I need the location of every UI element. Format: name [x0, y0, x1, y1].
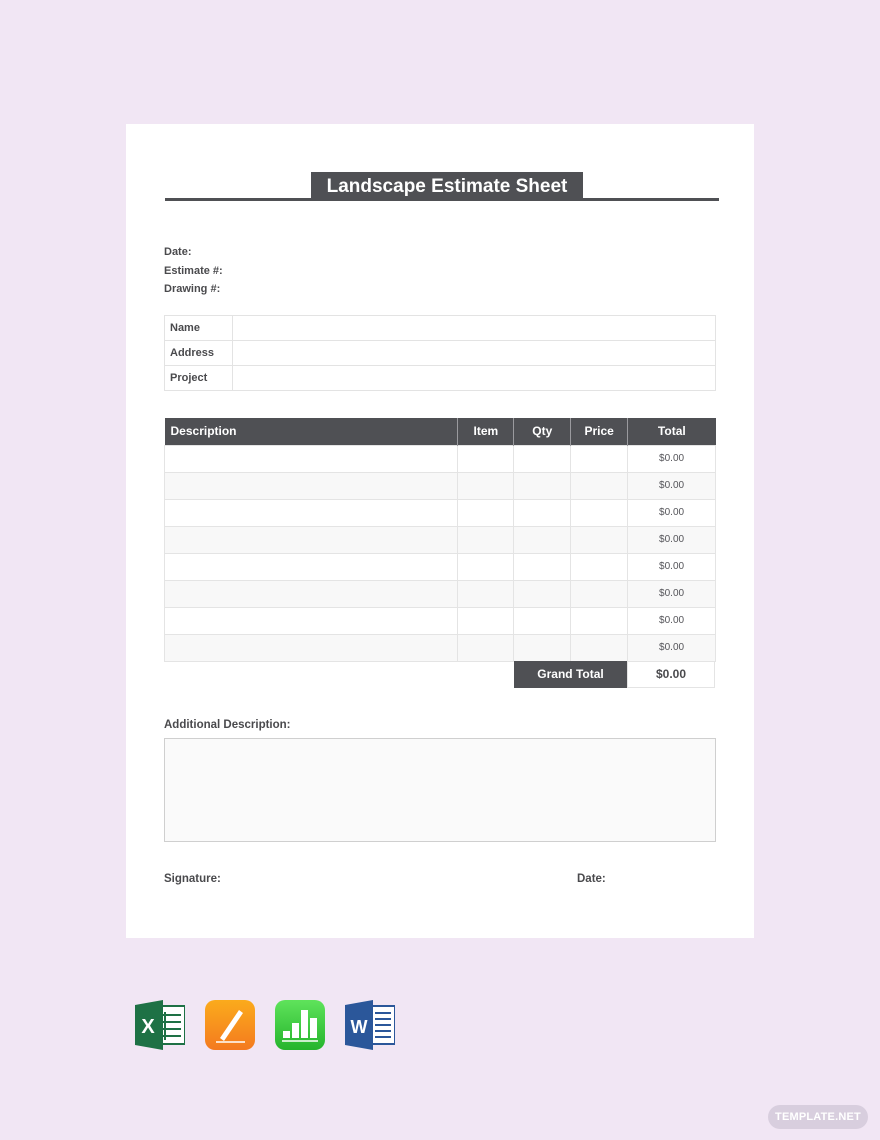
price-cell[interactable]: [570, 633, 629, 662]
additional-description-label: Additional Description:: [164, 719, 291, 731]
total-cell: $0.00: [627, 498, 716, 527]
column-header-qty: Qty: [513, 418, 571, 445]
qty-cell[interactable]: [513, 633, 572, 662]
grand-total-row: Grand Total $0.00: [514, 661, 715, 688]
qty-cell[interactable]: [513, 471, 572, 500]
description-cell[interactable]: [163, 498, 459, 527]
info-label: Address: [164, 340, 233, 366]
total-cell: $0.00: [627, 606, 716, 635]
info-label: Name: [164, 315, 233, 341]
item-cell[interactable]: [457, 552, 515, 581]
grand-total-label: Grand Total: [514, 661, 627, 688]
table-row: $0.00: [163, 633, 716, 662]
qty-cell[interactable]: [513, 498, 572, 527]
qty-cell[interactable]: [513, 606, 572, 635]
signature-label: Signature:: [164, 873, 221, 885]
description-cell[interactable]: [163, 471, 459, 500]
client-info-table: Name Address Project: [164, 315, 716, 391]
qty-cell[interactable]: [513, 579, 572, 608]
items-header-row: Description Item Qty Price Total: [164, 418, 716, 445]
date-field-label: Date:: [164, 246, 192, 258]
document-title: Landscape Estimate Sheet: [311, 172, 583, 201]
svg-text:W: W: [351, 1017, 368, 1037]
item-cell[interactable]: [457, 606, 515, 635]
total-cell: $0.00: [627, 552, 716, 581]
qty-cell[interactable]: [513, 552, 572, 581]
signature-date-label: Date:: [577, 873, 606, 885]
column-header-price: Price: [570, 418, 628, 445]
info-row-project: Project: [164, 365, 716, 391]
total-cell: $0.00: [627, 471, 716, 500]
description-cell[interactable]: [163, 444, 459, 473]
info-label: Project: [164, 365, 233, 391]
item-cell[interactable]: [457, 471, 515, 500]
numbers-icon[interactable]: [275, 1000, 325, 1050]
grand-total-value: $0.00: [627, 661, 715, 688]
template-net-watermark: TEMPLATE.NET: [768, 1105, 868, 1129]
price-cell[interactable]: [570, 471, 629, 500]
drawing-number-label: Drawing #:: [164, 283, 221, 295]
format-icons: X W: [135, 1000, 396, 1050]
price-cell[interactable]: [570, 444, 629, 473]
table-row: $0.00: [163, 606, 716, 635]
price-cell[interactable]: [570, 606, 629, 635]
qty-cell[interactable]: [513, 525, 572, 554]
project-field[interactable]: [232, 365, 716, 391]
pages-icon[interactable]: [205, 1000, 255, 1050]
table-row: $0.00: [163, 498, 716, 527]
item-cell[interactable]: [457, 579, 515, 608]
total-cell: $0.00: [627, 444, 716, 473]
price-cell[interactable]: [570, 579, 629, 608]
name-field[interactable]: [232, 315, 716, 341]
description-cell[interactable]: [163, 606, 459, 635]
estimate-sheet-page: Landscape Estimate Sheet Date: Estimate …: [126, 124, 754, 938]
table-row: $0.00: [163, 444, 716, 473]
total-cell: $0.00: [627, 525, 716, 554]
description-cell[interactable]: [163, 579, 459, 608]
item-cell[interactable]: [457, 498, 515, 527]
column-header-item: Item: [457, 418, 514, 445]
info-row-name: Name: [164, 315, 716, 341]
address-field[interactable]: [232, 340, 716, 366]
items-body: $0.00 $0.00 $0.00 $0.00 $0.00 $0.00 $0.00 $0.00: [163, 444, 716, 662]
qty-cell[interactable]: [513, 444, 572, 473]
description-cell[interactable]: [163, 552, 459, 581]
table-row: $0.00: [163, 525, 716, 554]
item-cell[interactable]: [457, 525, 515, 554]
description-cell[interactable]: [163, 525, 459, 554]
price-cell[interactable]: [570, 552, 629, 581]
svg-text:X: X: [141, 1016, 155, 1038]
estimate-number-label: Estimate #:: [164, 264, 223, 277]
excel-icon[interactable]: X: [135, 1000, 186, 1050]
description-cell[interactable]: [163, 633, 459, 662]
table-row: $0.00: [163, 552, 716, 581]
total-cell: $0.00: [627, 579, 716, 608]
column-header-total: Total: [627, 418, 716, 445]
table-row: $0.00: [163, 579, 716, 608]
info-row-address: Address: [164, 340, 716, 366]
price-cell[interactable]: [570, 498, 629, 527]
additional-description-field[interactable]: [164, 738, 716, 842]
items-table: Description Item Qty Price Total $0.00 $0…: [163, 418, 716, 662]
price-cell[interactable]: [570, 525, 629, 554]
meta-fields: Date: Estimate #: Drawing #:: [164, 243, 223, 299]
item-cell[interactable]: [457, 444, 515, 473]
column-header-description: Description: [164, 418, 458, 445]
word-icon[interactable]: W: [345, 1000, 396, 1050]
table-row: $0.00: [163, 471, 716, 500]
total-cell: $0.00: [627, 633, 716, 662]
item-cell[interactable]: [457, 633, 515, 662]
